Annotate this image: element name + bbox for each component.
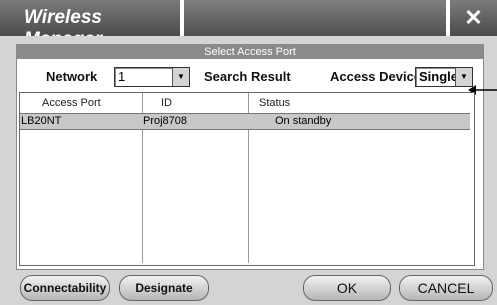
access-device-label: Access Device <box>330 69 422 84</box>
search-result-label: Search Result <box>204 69 291 84</box>
cell-status: On standby <box>275 115 332 127</box>
list-item[interactable]: LB20NT Proj8708 On standby <box>20 113 470 130</box>
title-tab: Wireless Manager <box>0 0 180 36</box>
column-header-status[interactable]: Status <box>259 97 290 109</box>
cell-access-port: LB20NT <box>21 115 62 127</box>
chevron-down-icon[interactable]: ▼ <box>172 68 189 86</box>
close-icon: ✕ <box>464 5 483 30</box>
title-bar-fill <box>184 0 446 36</box>
ok-button[interactable]: OK <box>303 275 391 301</box>
column-header-access-port[interactable]: Access Port <box>42 97 101 109</box>
network-value: 1 <box>118 69 126 84</box>
panel-header: Select Access Port <box>17 45 483 59</box>
cancel-button[interactable]: CANCEL <box>399 275 493 301</box>
close-button[interactable]: ✕ <box>450 0 497 36</box>
column-header-id[interactable]: ID <box>161 97 172 109</box>
network-select[interactable]: 1 ▼ <box>114 67 190 87</box>
title-bar: Wireless Manager ✕ <box>0 0 497 36</box>
access-port-list[interactable]: Access Port ID Status LB20NT Proj8708 On… <box>19 92 475 266</box>
access-device-value: Single <box>419 69 459 84</box>
cell-id: Proj8708 <box>143 115 188 127</box>
network-label: Network <box>46 69 98 84</box>
access-device-select[interactable]: Single ▼ <box>415 67 473 87</box>
connectability-button[interactable]: Connectability <box>20 275 110 301</box>
designate-button[interactable]: Designate <box>119 275 209 301</box>
